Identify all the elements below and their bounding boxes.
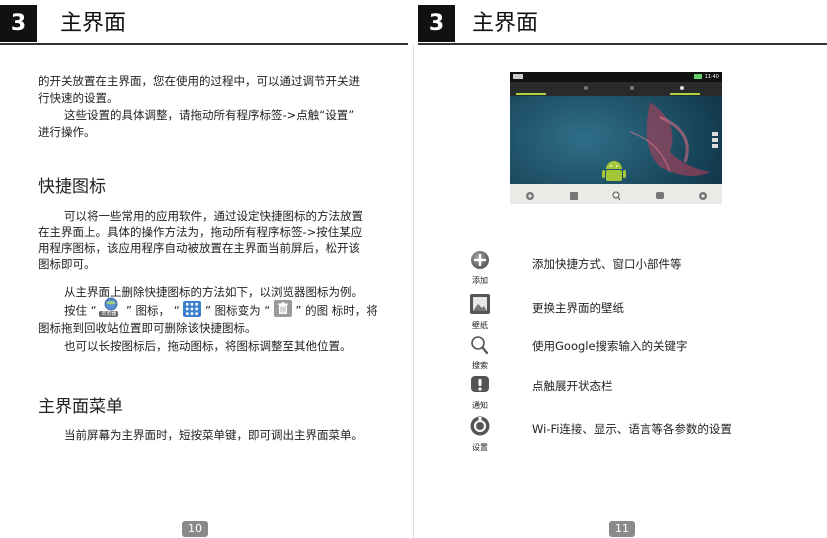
browser-icon-label: 浏览器 [99,311,119,317]
paragraph-2-line-2: 进行操作。 [38,125,96,139]
widget-dot-2 [630,86,634,90]
launcher-tab-handle [712,132,718,156]
status-bar: 11:40 [510,72,722,82]
menu-item-notify: 通知 [465,375,495,411]
para4-text-b: ” 图标， “ [125,303,180,318]
android-robot-icon [602,161,626,181]
widget-dot-3 [680,86,684,90]
menu-item-search-label: 搜索 [472,361,488,370]
chapter-title-right: 主界面 [472,11,539,36]
chapter-title-left: 主界面 [60,11,127,36]
header-rule-left [0,43,408,45]
para4-text-a: 按住 “ [64,303,97,318]
chapter-number-right: 3 [418,5,455,42]
signal-icon [513,74,523,79]
dock-item-wallpaper[interactable]: 壁纸 [564,186,584,204]
dock-item-notify[interactable]: 通知 [650,186,670,204]
dock-item-add[interactable]: 添加 [520,186,540,204]
paragraph-6: 当前屏幕为主界面时，短按菜单键，即可调出主界面菜单。 [64,428,363,442]
menu-item-add-desc: 添加快捷方式、窗口小部件等 [532,257,682,271]
page-divider [413,45,414,538]
menu-item-wallpaper-desc: 更换主界面的壁纸 [532,301,624,315]
page-number-left: 10 [182,521,208,537]
widget-wifi-indicator [516,93,546,95]
status-time: 11:40 [704,74,719,80]
menu-item-settings: 设置 [465,415,495,453]
menu-item-notify-label: 通知 [472,401,488,410]
paragraph-3-line-3: 用程序图标，该应用程序自动被放置在主界面当前屏后，松开该 [38,241,360,255]
menu-item-settings-label: 设置 [472,443,488,452]
menu-item-add-label: 添加 [472,276,488,285]
menu-item-wallpaper: 壁纸 [465,293,495,331]
settings-icon [470,416,490,436]
wallpaper-icon [470,294,490,314]
menu-item-notify-desc: 点触展开状态栏 [532,379,613,393]
battery-icon [694,74,702,79]
header-rule-right [418,43,827,45]
menu-item-add: 添加 [465,250,495,286]
power-control-widget [510,82,722,96]
plus-circle-icon [471,251,489,269]
menu-item-settings-desc: Wi-Fi连接、显示、语言等各参数的设置 [532,422,732,436]
widget-brightness-indicator [670,93,700,95]
chapter-number-left: 3 [0,5,37,42]
para4-text-d: ” 的图 标时，将 [295,303,378,318]
notification-icon [471,376,489,392]
dock-item-search[interactable]: 搜索 [607,186,627,204]
menu-item-search-desc: 使用Google搜索输入的关键字 [532,339,688,353]
paragraph-2-line-1: 这些设置的具体调整，请拖动所有程序标签->点触“设置” [64,108,355,122]
menu-item-wallpaper-label: 壁纸 [472,321,488,330]
menu-dock: 添加 壁纸 搜索 通知 设置 [510,184,722,204]
trash-icon [273,300,292,322]
grid-icon [183,300,202,322]
menu-item-search: 搜索 [465,335,495,371]
heading-shortcut-icons: 快捷图标 [38,177,106,197]
para4-text-c: ” 图标变为 “ [204,303,271,318]
heading-home-menu: 主界面菜单 [38,397,123,417]
dock-item-settings[interactable]: 设置 [693,186,713,204]
paragraph-3-line-4: 图标即可。 [38,257,96,271]
widget-dot-1 [584,86,588,90]
search-icon [471,336,489,355]
paragraph-3-line-1: 可以将一些常用的应用软件，通过设定快捷图标的方法放置 [64,209,363,223]
paragraph-1-line-1: 的开关放置在主界面，您在使用的过程中，可以通过调节开关进 [38,74,360,88]
paragraph-1-line-2: 行快速的设置。 [38,91,119,105]
paragraph-4-line-3: 图标拖到回收站位置即可删除该快捷图标。 [38,321,257,335]
browser-icon: 浏览器 [99,297,122,321]
home-screen-screenshot: 11:40 添加 壁纸 搜索 [510,72,722,204]
paragraph-3-line-2: 在主界面上。具体的操作方法为，拖动所有程序标签->按住某应 [38,225,363,239]
paragraph-4-line-2: 按住 “ 浏览器 ” 图标， “ ” 图标变为 “ ” 的图 标时，将 [64,297,378,322]
paragraph-5: 也可以长按图标后，拖动图标，将图标调整至其他位置。 [64,339,352,353]
page-number-right: 11 [609,521,635,537]
